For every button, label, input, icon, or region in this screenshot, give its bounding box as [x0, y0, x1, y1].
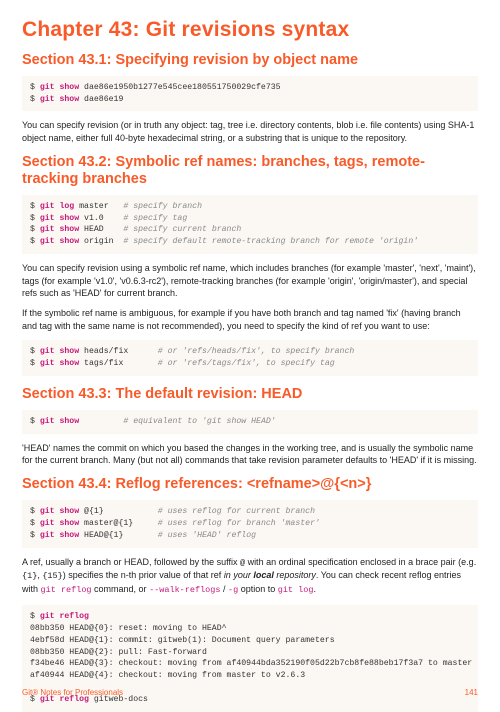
- footer-left: Git® Notes for Professionals: [22, 688, 123, 697]
- section-2-title: Section 43.2: Symbolic ref names: branch…: [22, 154, 478, 187]
- walk-reflogs-opt: --walk-reflogs: [149, 585, 220, 595]
- chapter-title: Chapter 43: Git revisions syntax: [22, 18, 478, 42]
- section-4-title: Section 43.4: Reflog references: <refnam…: [22, 476, 478, 493]
- git-log-cmd: git log: [278, 585, 314, 595]
- page-footer: Git® Notes for Professionals 141: [22, 688, 478, 697]
- page-number: 141: [465, 688, 478, 697]
- section-4-paragraph: A ref, usually a branch or HEAD, followe…: [22, 556, 478, 597]
- code-block-s2b: $ git show heads/fix # or 'refs/heads/fi…: [22, 340, 478, 376]
- git-reflog-cmd: git reflog: [41, 585, 92, 595]
- code-block-s1: $ git show dae86e1950b1277e545cee1805517…: [22, 76, 478, 112]
- section-2-paragraph-1: You can specify revision using a symboli…: [22, 262, 478, 299]
- section-1-paragraph: You can specify revision (or in truth an…: [22, 119, 478, 144]
- code-block-s4a: $ git show @{1} # uses reflog for curren…: [22, 500, 478, 548]
- section-1-title: Section 43.1: Specifying revision by obj…: [22, 52, 478, 69]
- section-3-paragraph: 'HEAD' names the commit on which you bas…: [22, 442, 478, 467]
- code-block-s2a: $ git log master # specify branch $ git …: [22, 195, 478, 255]
- code-block-s3: $ git show # equivalent to 'git show HEA…: [22, 410, 478, 434]
- g-opt: -g: [228, 585, 238, 595]
- section-2-paragraph-2: If the symbolic ref name is ambiguous, f…: [22, 307, 478, 332]
- section-3-title: Section 43.3: The default revision: HEAD: [22, 386, 478, 403]
